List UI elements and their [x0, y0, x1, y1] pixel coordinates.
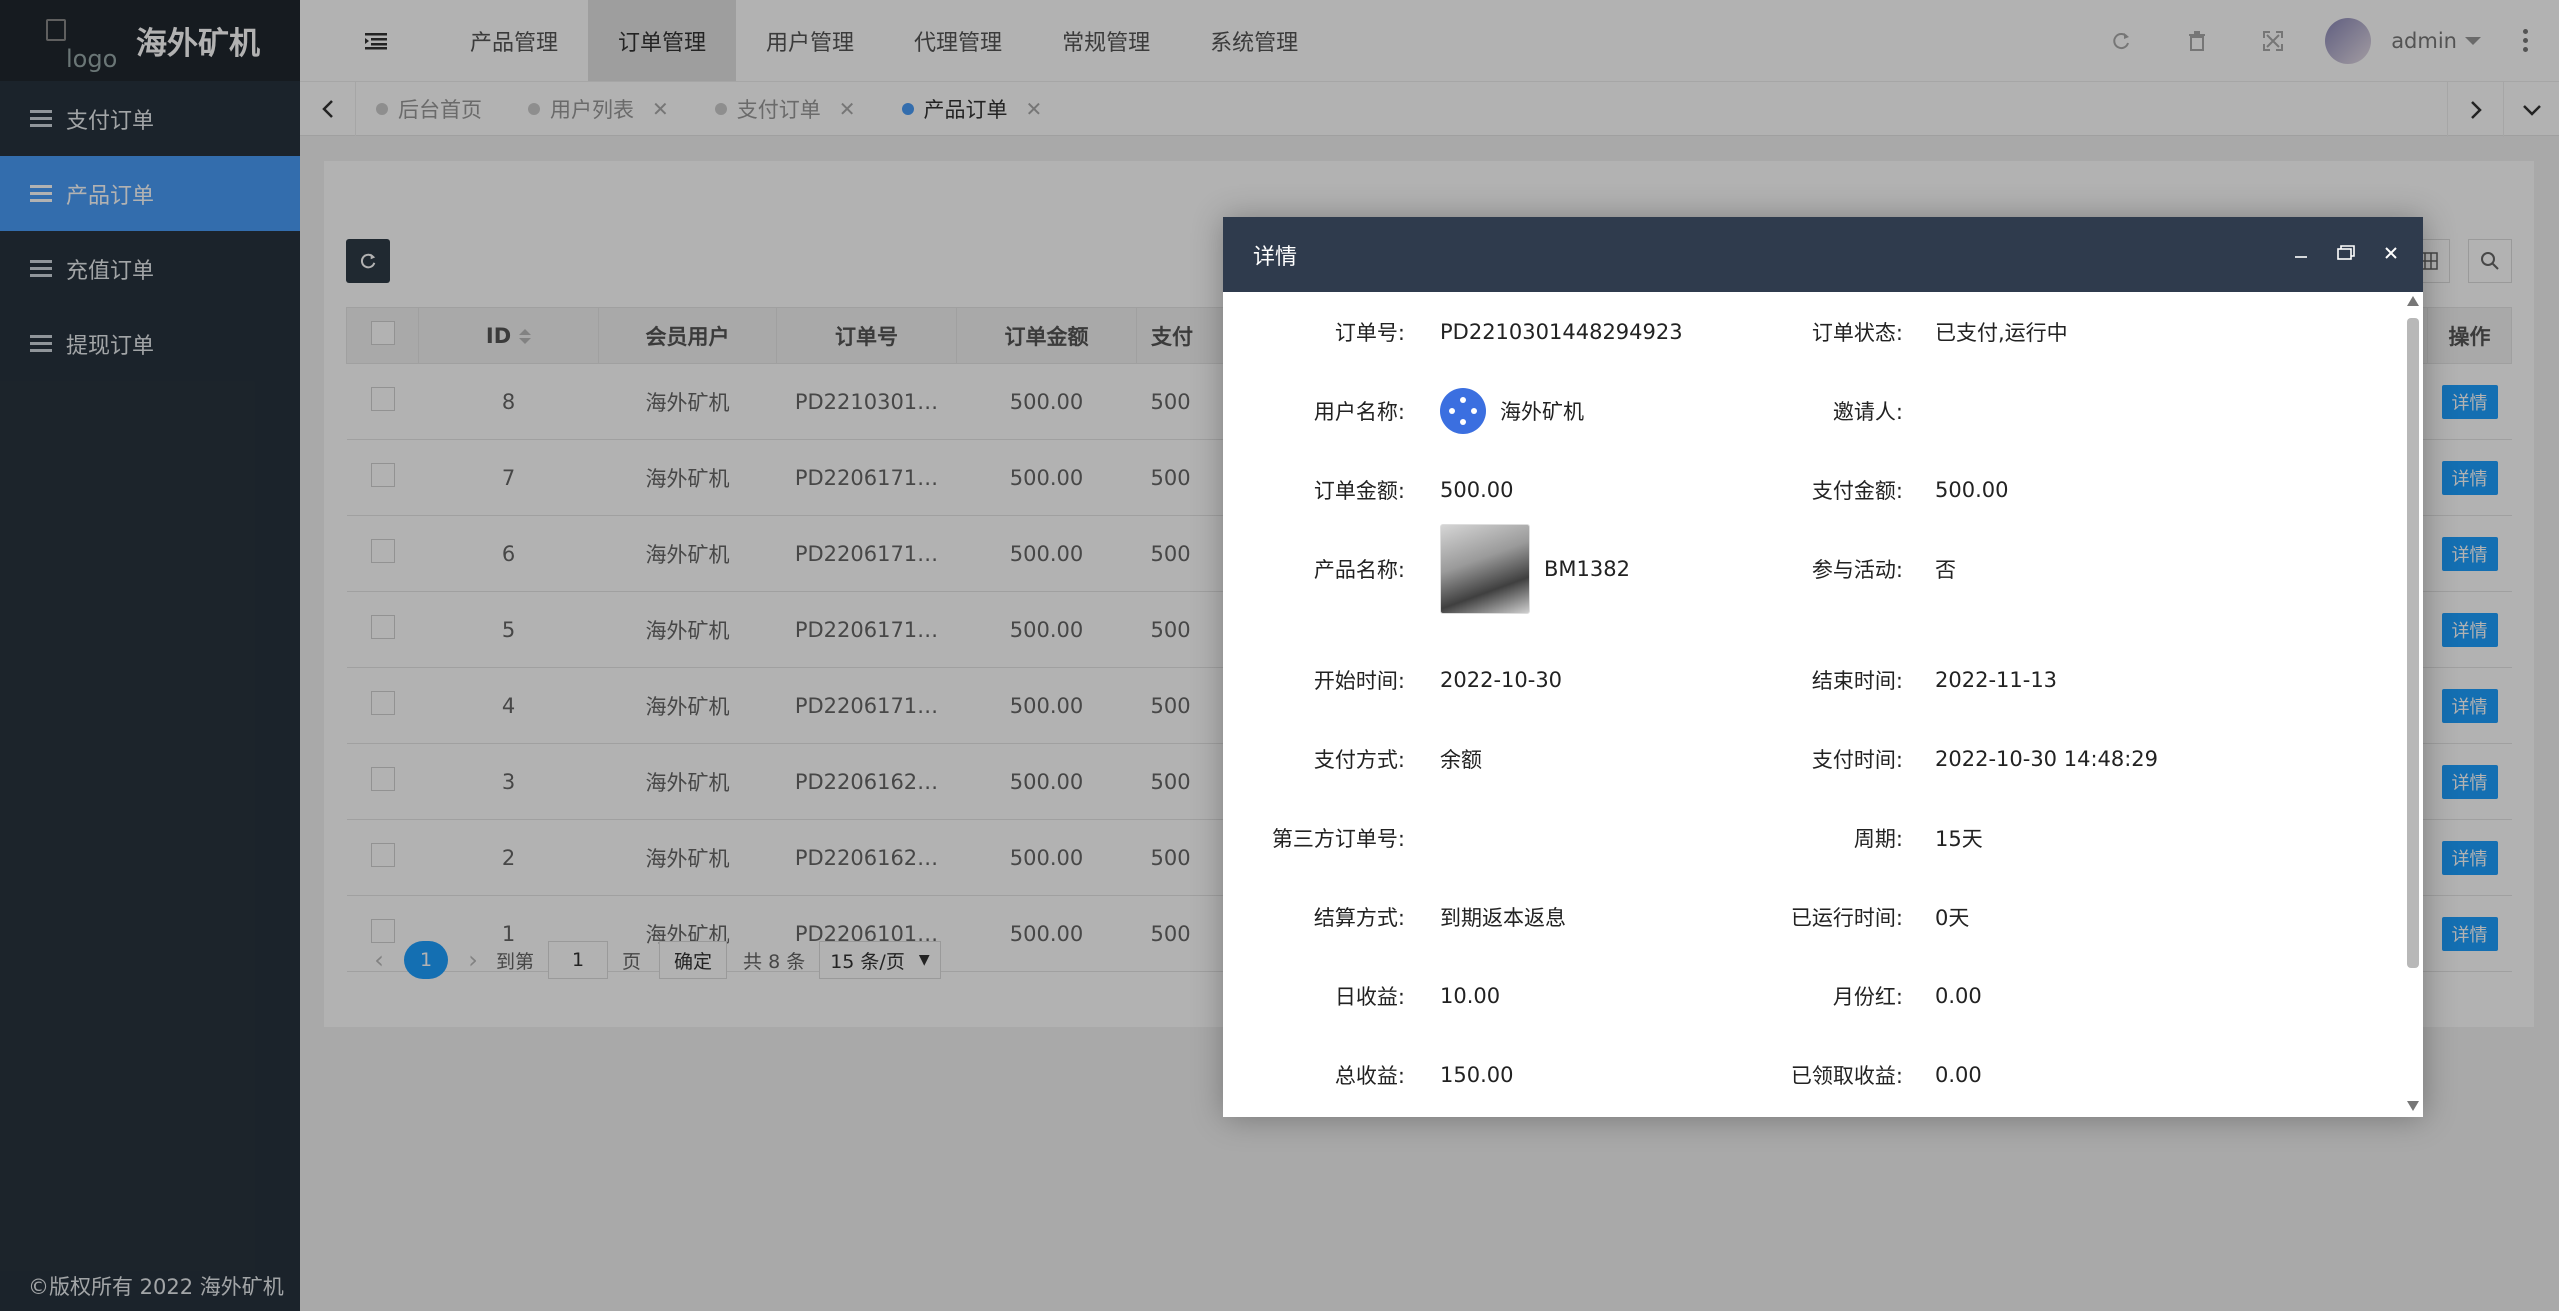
detail-value: 余额 [1440, 744, 1482, 774]
detail-label: 第三方订单号: [1271, 827, 1405, 851]
detail-row: 用户名称: 海外矿机 邀请人: [1223, 388, 2403, 434]
detail-value: 10.00 [1440, 984, 1500, 1008]
detail-label: 结算方式: [1313, 906, 1405, 930]
detail-value-text: 2022-10-30 [1440, 668, 1563, 692]
detail-value: 500.00 [1935, 478, 2009, 502]
detail-row: 总收益: 150.00 已领取收益: 0.00 [1223, 1055, 2403, 1095]
detail-label: 邀请人: [1832, 400, 1903, 424]
detail-value: 2022-10-30 [1440, 668, 1562, 692]
maximize-icon[interactable] [2337, 242, 2355, 267]
minimize-icon[interactable] [2293, 242, 2309, 267]
modal-header: 详情 [1223, 217, 2423, 292]
detail-label: 支付方式: [1313, 748, 1405, 772]
detail-value: 海外矿机 [1440, 388, 1584, 434]
detail-value-text: 500.00 [1440, 478, 1514, 502]
detail-label: 支付时间: [1811, 748, 1903, 772]
detail-label: 订单金额: [1313, 479, 1405, 503]
detail-value-text: 海外矿机 [1500, 400, 1584, 424]
detail-label: 日收益: [1334, 985, 1405, 1009]
detail-modal: 详情 订单号: PD2210301448294923 订单状态: 已支付,运行中用户名… [1223, 217, 2423, 1117]
detail-value: 15天 [1935, 827, 1983, 851]
detail-row: 支付方式: 余额 支付时间: 2022-10-30 14:48:29 [1223, 739, 2403, 779]
detail-value-text: PD2210301448294923 [1440, 320, 1683, 344]
detail-value: 2022-11-13 [1935, 668, 2058, 692]
modal-title: 详情 [1253, 244, 1298, 270]
scroll-up-icon[interactable] [2407, 296, 2419, 306]
detail-value: PD2210301448294923 [1440, 320, 1683, 344]
detail-label: 订单状态: [1811, 321, 1903, 345]
detail-value-text: 10.00 [1440, 984, 1501, 1008]
detail-value: 0.00 [1935, 1063, 1982, 1087]
detail-row: 开始时间: 2022-10-30 结束时间: 2022-11-13 [1223, 660, 2403, 700]
detail-row: 订单金额: 500.00 支付金额: 500.00 [1223, 470, 2403, 510]
detail-label: 开始时间: [1313, 669, 1405, 693]
detail-value-text: 到期返本返息 [1440, 906, 1566, 930]
detail-value-text: 150.00 [1440, 1063, 1514, 1087]
detail-value: BM1382 [1440, 524, 1630, 614]
detail-row: 结算方式: 到期返本返息 已运行时间: 0天 [1223, 897, 2403, 937]
detail-label: 结束时间: [1811, 669, 1903, 693]
detail-label: 已运行时间: [1790, 906, 1903, 930]
detail-value-text: 余额 [1440, 748, 1482, 772]
detail-value-text: BM1382 [1544, 557, 1630, 581]
detail-label: 周期: [1853, 827, 1903, 851]
detail-label: 参与活动: [1811, 558, 1903, 582]
detail-value: 2022-10-30 14:48:29 [1935, 747, 2159, 771]
detail-label: 支付金额: [1811, 479, 1903, 503]
close-icon[interactable] [2383, 242, 2399, 267]
scrollbar-thumb[interactable] [2407, 318, 2419, 968]
detail-row: 订单号: PD2210301448294923 订单状态: 已支付,运行中 [1223, 312, 2403, 352]
detail-label: 已领取收益: [1790, 1064, 1903, 1088]
modal-controls [2293, 217, 2399, 292]
modal-scrollbar[interactable] [2403, 292, 2423, 1117]
detail-label: 总收益: [1334, 1064, 1405, 1088]
modal-body: 订单号: PD2210301448294923 订单状态: 已支付,运行中用户名称: 海… [1223, 292, 2403, 1117]
detail-row: 第三方订单号: 周期: 15天 [1223, 818, 2403, 858]
user-avatar-icon [1440, 388, 1486, 434]
detail-label: 月份红: [1832, 985, 1903, 1009]
detail-value: 0.00 [1935, 984, 1982, 1008]
detail-value: 否 [1935, 558, 1956, 582]
detail-row: 产品名称: BM1382 参与活动: 否 [1223, 524, 2403, 614]
detail-label: 用户名称: [1313, 400, 1405, 424]
detail-label: 订单号: [1334, 321, 1405, 345]
detail-value: 500.00 [1440, 478, 1513, 502]
detail-label: 产品名称: [1313, 558, 1405, 582]
product-image[interactable] [1440, 524, 1530, 614]
detail-value: 已支付,运行中 [1935, 321, 2068, 345]
scroll-down-icon[interactable] [2407, 1101, 2419, 1111]
detail-value: 0天 [1935, 906, 1970, 930]
detail-value: 150.00 [1440, 1063, 1513, 1087]
detail-value: 到期返本返息 [1440, 902, 1566, 932]
detail-row: 日收益: 10.00 月份红: 0.00 [1223, 976, 2403, 1016]
